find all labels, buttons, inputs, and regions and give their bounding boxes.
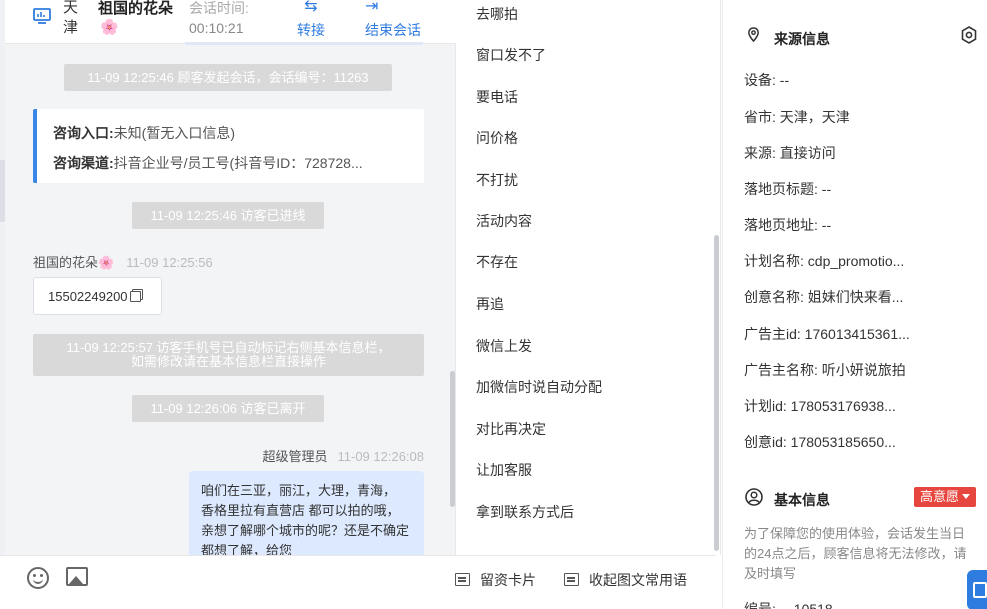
agent-sender: 超级管理员 [262,449,328,464]
field-creative-name: 创意名称: 姐妹们快来看... [744,289,904,305]
field-plan-id: 计划id: 178053176938... [744,398,896,414]
system-message-phone-line2: 如需修改请在基本信息栏直接操作 [130,354,326,369]
field-advertiser-id: 广告主id: 176013415361... [744,326,910,342]
transfer-label: 转接 [297,22,325,38]
phrase-item[interactable]: 让加客服 [476,460,532,480]
visitor-phone: 15502249200 [48,289,128,304]
user-icon [745,488,763,506]
transfer-icon: ⇆ [304,0,318,15]
phrase-item[interactable]: 要电话 [476,87,518,107]
system-message-phone-line1: 11-09 12:25:57 访客手机号已自动标记右侧基本信息栏， [66,340,391,355]
phrase-item[interactable]: 加微信时说自动分配 [476,377,602,397]
visitor-name: 祖国的花朵 [98,0,174,17]
entry-row: 咨询入口:未知(暂无入口信息) [53,123,235,143]
emoji-icon[interactable] [27,567,49,589]
entry-label: 咨询入口: [53,125,114,141]
exit-icon: ⇥ [365,0,379,15]
agent-message-bubble: 咱们在三亚，丽江，大理，青海， 香格里拉有直营店 都可以拍的哦，亲想了解哪个城市… [189,471,424,555]
monitor-icon [33,8,51,24]
field-advertiser-name: 广告主名称: 听小妍说旅拍 [744,362,906,378]
chat-messages[interactable]: 11-09 12:25:46 顾客发起会话，会话编号：11263 咨询入口:未知… [5,45,456,555]
location-pin-icon [748,27,759,42]
session-time-label: 会话时间: [189,0,249,16]
system-message-left: 11-09 12:26:06 访客已离开 [132,395,324,422]
doc-icon [455,573,470,586]
end-session-button[interactable]: ⇥ 结束会话 [365,0,421,40]
floating-action-button[interactable] [967,570,987,609]
field-number: 编号: 10518 [744,599,833,609]
field-creative-id: 创意id: 178053185650... [744,434,896,450]
system-message-start: 11-09 12:25:46 顾客发起会话，会话编号：11263 [64,64,392,91]
entry-value: 未知(暂无入口信息) [113,125,235,141]
consult-info-card: 咨询入口:未知(暂无入口信息) 咨询渠道:抖音企业号/员工号(抖音号ID：728… [33,109,424,183]
edit-notice: 为了保障您的使用体验，会话发生当日的24点之后，顾客信息将无法修改，请及时填写 [744,526,967,581]
intent-badge-label: 高意愿 [920,489,960,504]
phrase-item[interactable]: 不打扰 [476,170,518,190]
field-province-city: 省市: 天津，天津 [744,109,850,125]
lead-card-button[interactable]: 留资卡片 [455,570,536,590]
settings-icon[interactable] [959,25,979,45]
agent-message-meta: 超级管理员 11-09 12:26:08 [262,446,424,465]
field-plan-name: 计划名称: cdp_promotio... [744,253,905,269]
input-toolbar: 留资卡片 收起图文常用语 [0,555,716,609]
visitor-info-panel: 来源信息 设备: -- 省市: 天津，天津 来源: 直接访问 落地页标题: --… [722,0,987,609]
basic-info-title: 基本信息 [774,492,830,508]
session-time-value: 00:10:21 [189,20,244,36]
phrase-item[interactable]: 拿到联系方式后 [476,502,574,522]
phrase-item[interactable]: 对比再决定 [476,419,546,439]
phrase-item[interactable]: 活动内容 [476,211,532,231]
phrase-item[interactable]: 问价格 [476,128,518,148]
intent-badge[interactable]: 高意愿 [914,487,977,507]
number-value: 10518 [793,601,833,609]
collapse-phrases-label: 收起图文常用语 [589,572,687,588]
channel-row: 咨询渠道:抖音企业号/员工号(抖音号ID：728728... [53,153,363,173]
phrase-item[interactable]: 微信上发 [476,336,532,356]
system-message-phone: 11-09 12:25:57 访客手机号已自动标记右侧基本信息栏， 如需修改请在… [33,334,424,376]
system-message-entered: 11-09 12:25:46 访客已进线 [132,202,324,229]
field-source: 来源: 直接访问 [744,145,836,161]
quick-phrase-list: 去哪拍 窗口发不了 要电话 问价格 不打扰 活动内容 不存在 再追 微信上发 加… [457,0,721,555]
phrase-item[interactable]: 不存在 [476,252,518,272]
phrase-item[interactable]: 窗口发不了 [476,45,546,65]
copy-icon[interactable] [129,291,141,302]
visitor-sender: 祖国的花朵🌸 [33,255,115,270]
end-session-label: 结束会话 [365,22,421,38]
channel-value: 抖音企业号/员工号(抖音号ID：728728... [113,155,363,171]
chat-scrollbar[interactable] [450,371,455,507]
collapse-phrases-button[interactable]: 收起图文常用语 [564,570,687,590]
doc-icon [564,573,579,586]
chat-header: 天津 祖国的花朵 🌸 会话时间: 00:10:21 ⇆ 转接 ⇥ 结束会话 [5,0,456,45]
visitor-phone-message[interactable]: 15502249200 [33,277,162,315]
visitor-timestamp: 11-09 12:25:56 [126,255,213,270]
chat-panel: 天津 祖国的花朵 🌸 会话时间: 00:10:21 ⇆ 转接 ⇥ 结束会话 11… [5,0,456,609]
phrase-item[interactable]: 再追 [476,294,504,314]
visitor-message-meta: 祖国的花朵🌸 11-09 12:25:56 [33,252,213,271]
number-label: 编号: [744,601,776,609]
field-landing-title: 落地页标题: -- [744,181,832,197]
channel-label: 咨询渠道: [53,155,114,171]
lead-card-label: 留资卡片 [480,572,536,588]
field-landing-url: 落地页地址: -- [744,217,832,233]
image-icon[interactable] [66,567,88,586]
field-device: 设备: -- [744,72,790,88]
visitor-city: 天津 [63,0,79,36]
phrase-scrollbar[interactable] [714,235,719,551]
chevron-down-icon [962,494,971,499]
phrase-item[interactable]: 去哪拍 [476,4,518,24]
agent-timestamp: 11-09 12:26:08 [337,449,425,464]
visitor-emoji: 🌸 [100,19,119,36]
transfer-button[interactable]: ⇆ 转接 [297,0,325,40]
source-info-title: 来源信息 [774,31,830,47]
